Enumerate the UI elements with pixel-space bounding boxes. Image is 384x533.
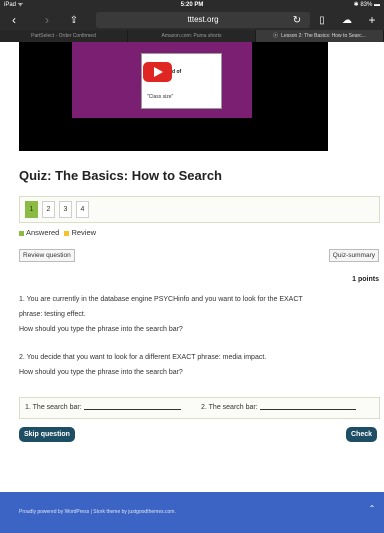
skip-question-button[interactable]: Skip question [19, 427, 75, 442]
site-footer: Proudly powered by WordPress | Stork the… [0, 492, 384, 533]
answer-label: 1. The search bar: [25, 404, 82, 411]
answer-2: 2. The search bar: [201, 398, 356, 418]
footer-credit: Proudly powered by WordPress | Stork the… [19, 509, 176, 515]
clock: 5:20 PM [180, 2, 204, 8]
new-tab-icon[interactable]: + [364, 11, 380, 30]
tab-partselect[interactable]: PartSelect - Order Confirmed [0, 30, 128, 42]
status-bar: iPad ᯤ 5:20 PM ✱ 83% ▬ [0, 0, 384, 11]
answer-box: 1. The search bar: 2. The search bar: [19, 397, 380, 419]
share-icon[interactable]: ⇪ [66, 11, 82, 30]
cloud-tabs-icon[interactable]: ☁ [339, 11, 355, 30]
address-bar[interactable]: tttest.org [96, 12, 310, 28]
quiz-summary-button[interactable]: Quiz-summary [328, 249, 379, 262]
question-line: How should you type the phrase into the … [19, 326, 183, 333]
play-icon[interactable] [143, 62, 172, 82]
answer-2-input[interactable] [259, 401, 356, 410]
review-question-button[interactable]: Review question [19, 249, 75, 262]
points-label: 1 points [352, 276, 379, 283]
browser-toolbar: ‹ › ⇪ ≡ tttest.org ↻ ▯ ☁ + [0, 11, 384, 30]
tab-amazon[interactable]: Amazon.com: Puma shorts [128, 30, 256, 42]
tab-label: Lesson 2: The Basics: How to Searc... [281, 33, 366, 39]
browser-chrome: iPad ᯤ 5:20 PM ✱ 83% ▬ ‹ › ⇪ ≡ tttest.or… [0, 0, 384, 42]
page-button-4[interactable]: 4 [76, 201, 89, 218]
question-line: 1. You are currently in the database eng… [19, 296, 303, 303]
question-1: 1. You are currently in the database eng… [19, 292, 379, 337]
review-swatch [64, 230, 70, 236]
page-button-1[interactable]: 1 [25, 201, 38, 218]
tab-label: Amazon.com: Puma shorts [161, 33, 222, 39]
page-button-3[interactable]: 3 [59, 201, 72, 218]
chevron-up-icon[interactable]: ⌃ [367, 504, 377, 514]
answer-1-input[interactable] [83, 401, 181, 410]
page-button-2[interactable]: 2 [42, 201, 55, 218]
question-line: phrase: testing effect. [19, 311, 86, 318]
battery-indicator: ✱ 83% ▬ [353, 2, 380, 8]
answered-swatch [19, 230, 24, 236]
question-line: 2. You decide that you want to look for … [19, 354, 267, 361]
page-title: Quiz: The Basics: How to Search [19, 168, 222, 183]
legend: Answered Review [19, 228, 96, 237]
forward-icon[interactable]: › [39, 11, 55, 30]
question-pager: 1 2 3 4 [19, 196, 380, 223]
question-line: How should you type the phrase into the … [19, 369, 183, 376]
slide-text: "Class size" [147, 94, 174, 100]
tab-bar: PartSelect - Order Confirmed Amazon.com:… [0, 30, 384, 42]
close-icon[interactable]: ⓧ [273, 33, 278, 39]
legend-review: Review [71, 228, 97, 237]
video-player[interactable]: Use instead of "Class size" [19, 42, 328, 151]
tab-lesson[interactable]: ⓧ Lesson 2: The Basics: How to Searc... [256, 30, 384, 42]
answer-1: 1. The search bar: [25, 398, 181, 418]
question-2: 2. You decide that you want to look for … [19, 350, 379, 380]
answer-label: 2. The search bar: [201, 404, 258, 411]
bookmarks-icon[interactable]: ▯ [314, 11, 330, 30]
back-icon[interactable]: ‹ [6, 11, 22, 30]
tab-label: PartSelect - Order Confirmed [31, 33, 96, 39]
legend-answered: Answered [26, 228, 60, 237]
check-button[interactable]: Check [345, 427, 377, 442]
reload-icon[interactable]: ↻ [289, 11, 305, 30]
url-text: tttest.org [187, 15, 219, 24]
